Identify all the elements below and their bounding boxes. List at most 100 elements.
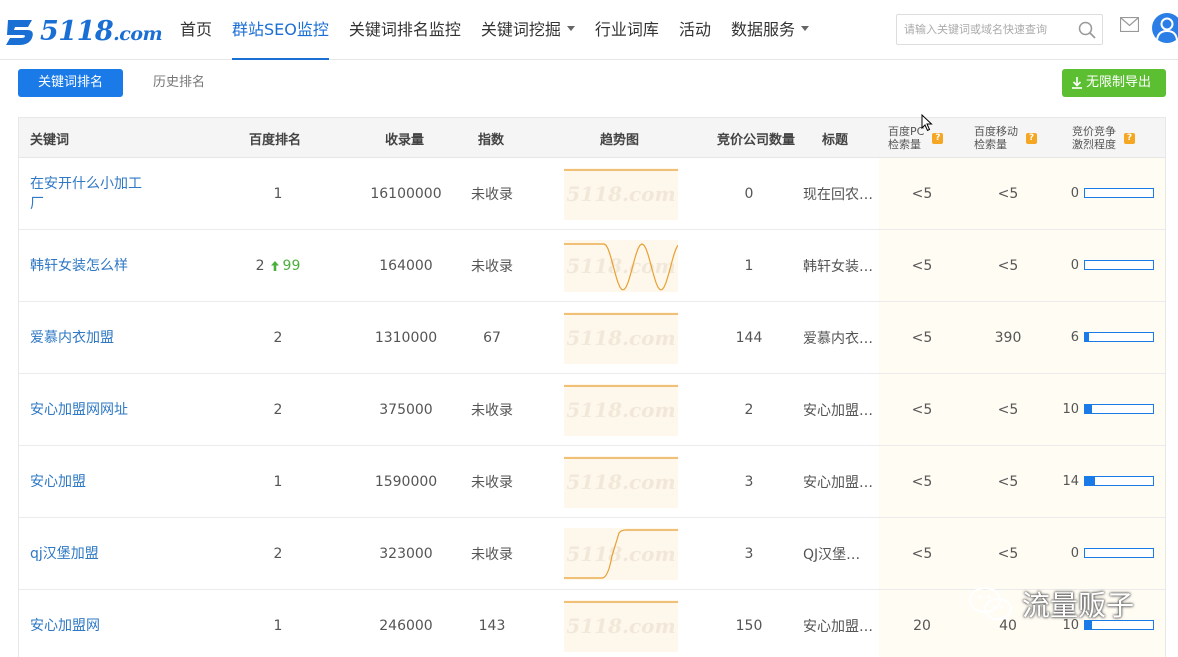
help-icon[interactable]: ? [1124, 132, 1135, 144]
table-header: 关键词 百度排名 收录量 指数 趋势图 竞价公司数量 标题 百度PC 检索量 ? … [19, 118, 1165, 158]
trend-line [564, 169, 678, 171]
header-pc-volume[interactable]: 百度PC 检索量 ? [888, 118, 944, 158]
mobile-volume-cell: <5 [997, 186, 1019, 202]
nav-item-4[interactable]: 行业词库 [585, 0, 669, 60]
indexed-cell: 375000 [379, 402, 433, 418]
keyword-link[interactable]: 安心加盟网网址 [30, 400, 150, 420]
trend-chart[interactable]: 5118.com [564, 168, 678, 220]
table-row: 爱慕内衣加盟 2 1310000 67 5118.com 144 爱慕内衣… <… [19, 302, 1165, 374]
header-mobile-volume[interactable]: 百度移动 检索量 ? [974, 118, 1037, 158]
pc-volume-cell: 20 [913, 618, 931, 634]
nav-item-6[interactable]: 数据服务 [721, 0, 819, 60]
pc-volume-cell: <5 [911, 546, 933, 562]
competition-bar [1084, 548, 1154, 558]
competition-value: 6 [1070, 330, 1079, 345]
header-indexed[interactable]: 收录量 [385, 118, 424, 158]
nav-item-2[interactable]: 关键词排名监控 [339, 0, 471, 60]
title-cell: 现在回农… [803, 187, 873, 203]
trend-chart[interactable]: 5118.com [564, 528, 678, 580]
trend-chart[interactable]: 5118.com [564, 456, 678, 508]
search-input[interactable] [897, 15, 1072, 44]
table-row: qj汉堡加盟 2 323000 未收录 5118.com 3 QJ汉堡… <5 … [19, 518, 1165, 590]
rank-value: 2 [255, 258, 265, 274]
logo[interactable]: 5118.com [2, 14, 163, 48]
help-icon[interactable]: ? [1026, 132, 1037, 144]
bidders-cell: 144 [735, 330, 763, 346]
keyword-link[interactable]: 爱慕内衣加盟 [30, 328, 150, 348]
index-cell: 未收录 [471, 259, 513, 275]
chevron-down-icon [800, 26, 809, 31]
mobile-volume-cell: <5 [997, 474, 1019, 490]
keyword-link[interactable]: 安心加盟 [30, 472, 150, 492]
nav-item-label: 活动 [678, 20, 711, 39]
trend-chart[interactable]: 5118.com [564, 312, 678, 364]
logo-text: 5118.com [40, 15, 163, 47]
rank-cell: 2 [219, 302, 337, 374]
keyword-link[interactable]: qj汉堡加盟 [30, 544, 150, 564]
rank-value: 1 [273, 474, 283, 490]
competition-bar [1084, 476, 1154, 486]
export-button[interactable]: 无限制导出 [1062, 69, 1166, 97]
bidders-cell: 0 [744, 186, 754, 202]
logo-icon [6, 20, 33, 45]
bidders-cell: 1 [744, 258, 754, 274]
trend-chart[interactable]: 5118.com [564, 240, 678, 292]
rank-value: 2 [273, 330, 283, 346]
header-bidders[interactable]: 竞价公司数量 [717, 118, 795, 158]
rank-cell: 1 [219, 158, 337, 230]
bidders-cell: 2 [744, 402, 754, 418]
rank-cell: 1 [219, 590, 337, 657]
title-cell: 韩轩女装… [803, 259, 873, 275]
title-cell: 安心加盟… [803, 403, 873, 419]
ranking-table: 关键词 百度排名 收录量 指数 趋势图 竞价公司数量 标题 百度PC 检索量 ? … [18, 117, 1166, 657]
trend-line [564, 313, 678, 315]
index-cell: 67 [483, 330, 501, 346]
help-icon[interactable]: ? [932, 132, 944, 144]
header-rank[interactable]: 百度排名 [249, 118, 301, 158]
pc-volume-cell: <5 [911, 474, 933, 490]
bidders-cell: 150 [735, 618, 763, 634]
mouse-cursor-icon [921, 114, 933, 132]
download-icon [1072, 77, 1082, 89]
index-cell: 未收录 [471, 475, 513, 491]
trend-chart[interactable]: 5118.com [564, 384, 678, 436]
nav-item-3[interactable]: 关键词挖掘 [471, 0, 585, 60]
keyword-link[interactable]: 安心加盟网 [30, 616, 150, 636]
trend-line [564, 243, 678, 291]
top-navbar: 5118.com 首页 群站SEO监控 关键词排名监控 关键词挖掘 行业词库 活动 数据服务 [0, 0, 1178, 60]
nav-item-label: 首页 [180, 20, 213, 39]
keyword-link[interactable]: 韩轩女装怎么样 [30, 256, 150, 276]
user-icon [1156, 17, 1178, 41]
table-row: 在安开什么小加工厂 1 16100000 未收录 5118.com 0 现在回农… [19, 158, 1165, 230]
table-row: 韩轩女装怎么样 2 99 164000 未收录 5118.com 1 韩轩女装…… [19, 230, 1165, 302]
competition-bar [1084, 260, 1154, 270]
indexed-cell: 16100000 [370, 186, 442, 202]
tab-keyword-ranking[interactable]: 关键词排名 [18, 69, 123, 97]
mobile-volume-cell: 390 [994, 330, 1022, 346]
competition-bar [1084, 404, 1154, 414]
header-competition[interactable]: 竞价竞争 激烈程度 ? [1072, 118, 1135, 158]
tab-history-ranking[interactable]: 历史排名 [138, 69, 220, 97]
wechat-account-name: 流量贩子 [1022, 589, 1135, 622]
wechat-icon [968, 586, 1013, 621]
trend-chart[interactable]: 5118.com [564, 600, 678, 652]
nav-item-5[interactable]: 活动 [669, 0, 721, 60]
chevron-down-icon [566, 26, 575, 31]
search-icon[interactable] [1078, 21, 1096, 39]
avatar[interactable] [1152, 13, 1178, 43]
competition-value: 10 [1062, 402, 1079, 417]
competition-bar-fill [1085, 405, 1092, 413]
header-keyword: 关键词 [30, 132, 70, 148]
nav-item-0[interactable]: 首页 [170, 0, 222, 60]
rank-value: 1 [273, 186, 283, 202]
index-cell: 未收录 [471, 187, 513, 203]
search-box[interactable] [896, 14, 1103, 45]
header-index[interactable]: 指数 [478, 118, 504, 158]
mail-icon[interactable] [1120, 17, 1139, 32]
nav-item-1[interactable]: 群站SEO监控 [222, 0, 339, 60]
mobile-volume-cell: <5 [997, 258, 1019, 274]
index-cell: 未收录 [471, 403, 513, 419]
keyword-cell: 在安开什么小加工厂 [30, 158, 160, 230]
keyword-link[interactable]: 在安开什么小加工厂 [30, 174, 150, 214]
wechat-watermark: 流量贩子 [966, 584, 1134, 624]
